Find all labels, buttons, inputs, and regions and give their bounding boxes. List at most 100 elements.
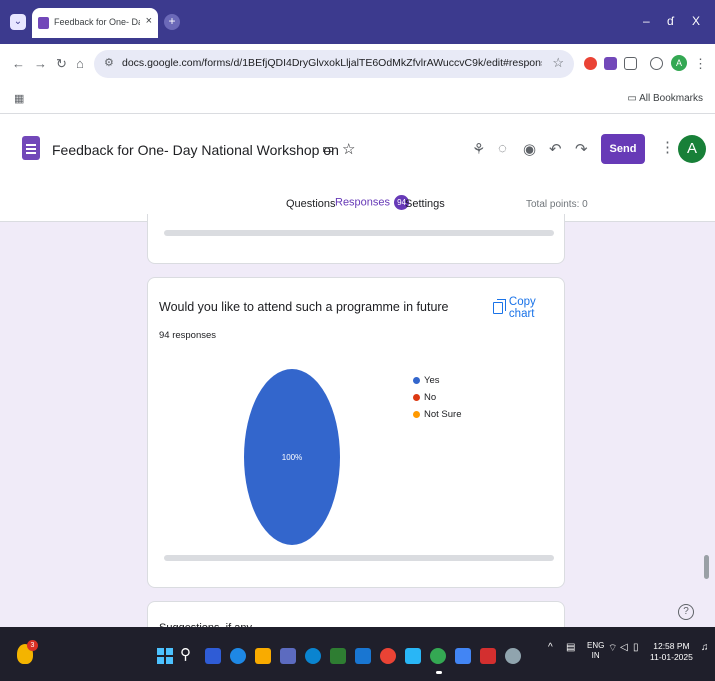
help-icon[interactable]: ? [678, 604, 694, 620]
maximize-button[interactable]: ɗ [667, 14, 674, 28]
wifi-icon[interactable]: ⌔ [608, 642, 617, 655]
tab-close-icon[interactable]: × [146, 15, 152, 27]
taskbar-app-6-icon[interactable] [330, 648, 346, 664]
language-bottom: IN [591, 651, 600, 660]
edge-browser-icon[interactable] [305, 648, 321, 664]
customize-theme-icon[interactable]: ⚘ [472, 140, 485, 158]
browser-profile-avatar[interactable]: A [671, 55, 687, 71]
forward-icon[interactable]: → [34, 56, 47, 71]
pie-chart: 100% [244, 369, 340, 545]
forms-header: Feedback for One- Day National Workshop … [0, 114, 715, 222]
file-explorer-icon[interactable] [255, 648, 271, 664]
taskbar-app-11-icon[interactable] [455, 648, 471, 664]
chart-scrollbar[interactable] [164, 230, 554, 236]
legend-item[interactable]: Yes [413, 372, 462, 389]
chrome-icon[interactable] [380, 648, 396, 664]
previous-question-card [147, 214, 565, 264]
tab-settings[interactable]: Settings [405, 198, 445, 210]
star-form-icon[interactable]: ☆ [342, 140, 355, 158]
pie-slice-label: 100% [282, 453, 302, 462]
tab-questions[interactable]: Questions [286, 198, 336, 210]
folder-icon: ▭ [627, 93, 637, 104]
extension-red-icon[interactable] [584, 57, 597, 70]
minimize-button[interactable]: – [643, 14, 650, 28]
chart-scrollbar[interactable] [164, 555, 554, 561]
extension-purple-icon[interactable] [604, 57, 617, 70]
tab-responses[interactable]: Responses 94 [335, 195, 410, 210]
more-options-icon[interactable]: ⋮ [660, 138, 675, 156]
active-app-indicator [436, 671, 442, 674]
legend-dot [413, 377, 420, 384]
profile-sync-icon[interactable] [650, 57, 663, 70]
send-button[interactable]: Send [601, 134, 645, 164]
preview-eye-icon[interactable]: ◉ [523, 140, 536, 158]
tab-responses-label: Responses [335, 196, 391, 209]
legend-dot [413, 394, 420, 401]
close-window-button[interactable]: X [692, 14, 700, 28]
chrome-active-icon[interactable] [430, 648, 446, 664]
url-text: docs.google.com/forms/d/1BEfjQDI4DryGlvx… [122, 57, 542, 69]
site-info-icon[interactable]: ⚙ [104, 56, 114, 69]
tab-search-chevron-icon[interactable]: ⌄ [10, 14, 26, 30]
redo-icon[interactable]: ↷ [575, 140, 588, 158]
palette-icon[interactable]: ◌ [498, 140, 507, 157]
volume-icon[interactable]: ◁ [620, 642, 628, 653]
word-icon[interactable] [355, 648, 371, 664]
apps-grid-icon[interactable]: ▦ [14, 92, 24, 105]
legend-label: Not Sure [424, 409, 462, 420]
copy-chart-button[interactable]: Copy chart [493, 296, 564, 320]
page-scrollbar[interactable] [704, 555, 709, 579]
extensions-puzzle-icon[interactable] [624, 57, 637, 70]
legend-label: Yes [424, 375, 440, 386]
question-summary-card: Would you like to attend such a programm… [147, 277, 565, 588]
legend-dot [413, 411, 420, 418]
pdf-reader-icon[interactable] [480, 648, 496, 664]
user-avatar[interactable]: A [678, 135, 706, 163]
bookmark-star-icon[interactable]: ☆ [552, 55, 564, 71]
taskbar-app-1-icon[interactable] [205, 648, 221, 664]
all-bookmarks-label: All Bookmarks [639, 93, 703, 104]
taskbar-search-icon[interactable]: ⚲ [180, 645, 191, 663]
legend-item[interactable]: Not Sure [413, 406, 462, 423]
address-bar[interactable]: ⚙ docs.google.com/forms/d/1BEfjQDI4DryGl… [94, 50, 574, 78]
taskbar-app-9-icon[interactable] [405, 648, 421, 664]
response-count: 94 responses [159, 330, 217, 341]
question-title: Would you like to attend such a programm… [159, 300, 449, 314]
google-forms-logo-icon[interactable] [22, 136, 40, 160]
copy-chart-label: Copy chart [508, 296, 536, 320]
tab-title: Feedback for One- Day National [54, 17, 140, 27]
home-icon[interactable]: ⌂ [76, 56, 84, 71]
undo-icon[interactable]: ↶ [549, 140, 562, 158]
language-top: ENG [587, 641, 605, 650]
move-to-folder-icon[interactable]: ▭ [322, 141, 334, 157]
form-title[interactable]: Feedback for One- Day National Workshop … [52, 142, 342, 158]
taskbar-app-2-icon[interactable] [230, 648, 246, 664]
browser-menu-icon[interactable]: ⋮ [694, 56, 707, 72]
chart-legend: Yes No Not Sure [413, 372, 462, 423]
battery-icon[interactable]: ▯ [633, 642, 639, 653]
new-tab-button[interactable]: + [164, 14, 180, 30]
show-hidden-icons-chevron-icon[interactable]: ^ [548, 642, 553, 653]
clock-time: 12:58 PM [653, 641, 690, 651]
browser-tab[interactable]: Feedback for One- Day National × [32, 8, 158, 38]
clock-date: 11-01-2025 [650, 652, 693, 662]
notifications-bell-icon[interactable]: ♫ [701, 642, 709, 653]
keyboard-icon[interactable]: ▤ [566, 642, 575, 653]
legend-item[interactable]: No [413, 389, 462, 406]
bookmarks-bar: ▦ ▭ All Bookmarks [0, 84, 715, 114]
windows-start-icon[interactable] [157, 648, 173, 664]
notification-badge: 3 [27, 640, 38, 651]
back-icon[interactable]: ← [12, 56, 25, 71]
taskbar-app-4-icon[interactable] [280, 648, 296, 664]
copy-icon [493, 299, 506, 314]
settings-gear-icon[interactable] [505, 648, 521, 664]
reload-icon[interactable]: ↻ [56, 56, 67, 72]
forms-favicon-icon [38, 17, 49, 29]
browser-toolbar: ← → ↻ ⌂ ⚙ docs.google.com/forms/d/1BEfjQ… [0, 44, 715, 84]
windows-taskbar: 3 ⚲ ^ ▤ ENG IN ⌔ ◁ ▯ 12:58 PM 11-01-2025… [0, 627, 715, 681]
total-points: Total points: 0 [526, 199, 588, 210]
language-indicator[interactable]: ENG IN [587, 641, 604, 661]
legend-label: No [424, 392, 437, 403]
all-bookmarks-button[interactable]: ▭ All Bookmarks [627, 93, 703, 104]
clock[interactable]: 12:58 PM 11-01-2025 [650, 641, 693, 663]
